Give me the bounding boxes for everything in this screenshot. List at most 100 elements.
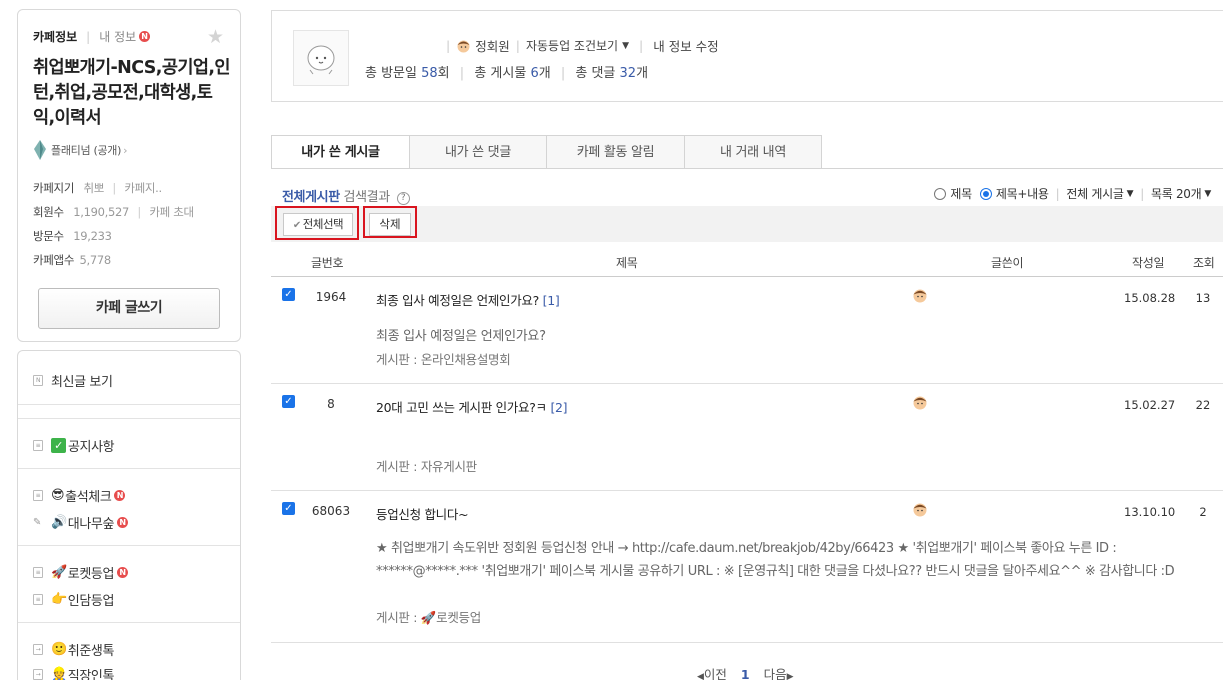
post-board[interactable]: 게시판 : 자유게시판 xyxy=(376,456,477,475)
tab-my-info[interactable]: 내 정보 xyxy=(99,28,136,45)
member-face-icon xyxy=(457,40,470,52)
cafe-menu: N 최신글 보기 ≡ ✓ 공지사항 ≡ 😎 출석체크 N ✎ 🔊 대나무숲 N … xyxy=(17,350,241,680)
board-icon: ≡ xyxy=(33,594,43,605)
post-views: 13 xyxy=(1195,291,1211,305)
post-title[interactable]: 등업신청 합니다~ xyxy=(376,504,469,523)
nickname[interactable]: 정회원 xyxy=(475,36,510,55)
caret-down-icon[interactable]: ▼ xyxy=(1204,189,1211,199)
post-views: 22 xyxy=(1195,398,1211,412)
caret-down-icon[interactable]: ▼ xyxy=(622,41,629,51)
tab-my-comments[interactable]: 내가 쓴 댓글 xyxy=(410,135,547,169)
author-face-icon[interactable] xyxy=(912,288,928,303)
post-date: 15.02.27 xyxy=(1124,398,1176,412)
comment-count[interactable]: 32 xyxy=(620,66,637,81)
tab-cafe-info[interactable]: 카페정보 xyxy=(33,28,77,45)
members-value: 1,190,527 xyxy=(73,205,130,219)
menu-item-life[interactable]: → 🙂 취준생톡 xyxy=(33,640,114,659)
tab-trade-history[interactable]: 내 거래 내역 xyxy=(685,135,822,169)
list-count-dropdown[interactable]: 목록 20개 xyxy=(1151,185,1202,202)
menu-item-bamboo[interactable]: ✎ 🔊 대나무숲 N xyxy=(33,513,129,532)
rocket-icon: 🚀 xyxy=(51,565,67,580)
cafe-name[interactable]: 취업뽀개기-NCS,공기업,인턴,취업,공모전,대학생,토익,이력서 xyxy=(33,56,233,131)
cafe-info-tabs: 카페정보 | 내 정보 N xyxy=(33,28,151,45)
post-board[interactable]: 게시판 : 온라인채용설명회 xyxy=(376,349,511,368)
help-icon[interactable]: ? xyxy=(396,192,410,205)
menu-item-attendance[interactable]: ≡ 😎 출석체크 N xyxy=(33,486,126,505)
default-avatar-icon xyxy=(307,45,335,75)
post-preview[interactable]: ★ 취업뽀개기 속도위반 정회원 등업신청 안내 → http://cafe.d… xyxy=(376,537,1216,583)
chevron-right-icon: › xyxy=(123,143,128,157)
radio-title[interactable] xyxy=(934,187,947,200)
board-icon: → xyxy=(33,644,43,655)
caret-right-icon[interactable]: ▶ xyxy=(787,672,794,680)
auto-level-link[interactable]: 자동등업 조건보기 xyxy=(526,37,618,54)
post-number: 68063 xyxy=(311,504,351,518)
app-value: 5,778 xyxy=(79,253,111,267)
menu-item-greeting[interactable]: ≡ 👉 인담등업 xyxy=(33,590,114,609)
cafe-write-button[interactable]: 카페 글쓰기 xyxy=(38,288,220,329)
menu-item-rocket[interactable]: ≡ 🚀 로켓등업 N xyxy=(33,563,129,582)
manager-value-2[interactable]: 카페지.. xyxy=(124,181,162,195)
board-name[interactable]: 전체게시판 xyxy=(282,190,340,205)
caret-left-icon[interactable]: ◀ xyxy=(697,672,704,680)
profile-top-line: | 정회원 | 자동등업 조건보기 ▼ | 내 정보 수정 xyxy=(446,36,719,55)
next-page[interactable]: 다음 xyxy=(764,667,787,680)
caret-down-icon[interactable]: ▼ xyxy=(1127,189,1134,199)
post-title[interactable]: 최종 입사 예정일은 언제인가요? [1] xyxy=(376,290,560,309)
board-icon: ≡ xyxy=(33,440,43,451)
board-icon: → xyxy=(33,669,43,680)
table-header: 글번호 제목 글쓴이 작성일 조회 xyxy=(271,247,1223,277)
col-num: 글번호 xyxy=(311,256,344,270)
pagination: ◀이전 1 다음▶ xyxy=(697,664,794,680)
post-number: 1964 xyxy=(315,290,347,304)
all-posts-dropdown[interactable]: 전체 게시글 xyxy=(1066,185,1124,202)
board-search-title: 전체게시판 검색결과 ? xyxy=(282,186,410,205)
avatar[interactable] xyxy=(293,30,349,86)
tab-activity-alerts[interactable]: 카페 활동 알림 xyxy=(547,135,685,169)
post-count[interactable]: 6 xyxy=(530,66,538,81)
comment-count[interactable]: [1] xyxy=(543,293,560,308)
manager-label: 카페지기 xyxy=(33,181,75,195)
comment-count[interactable]: [2] xyxy=(550,400,567,415)
profile-summary: | 정회원 | 자동등업 조건보기 ▼ | 내 정보 수정 총 방문일 58회 … xyxy=(271,10,1223,102)
row-checkbox[interactable]: ✓ xyxy=(282,395,295,408)
tab-my-posts[interactable]: 내가 쓴 게시글 xyxy=(271,135,410,169)
pencil-icon: ✎ xyxy=(33,517,41,528)
cafe-info-panel: 카페정보 | 내 정보 N ★ 취업뽀개기-NCS,공기업,인턴,취업,공모전,… xyxy=(17,9,241,342)
post-date: 15.08.28 xyxy=(1124,291,1176,305)
author-face-icon[interactable] xyxy=(912,502,928,517)
new-badge: N xyxy=(117,517,129,528)
post-number: 8 xyxy=(327,397,335,411)
post-title[interactable]: 20대 고민 쓰는 게시판 인가요?ㅋ [2] xyxy=(376,397,568,416)
post-views: 2 xyxy=(1199,505,1207,519)
post-board[interactable]: 게시판 : 🚀로켓등업 xyxy=(376,607,481,626)
prev-page[interactable]: 이전 xyxy=(704,667,727,680)
board-icon: ≡ xyxy=(33,490,43,501)
star-icon[interactable]: ★ xyxy=(207,26,224,48)
author-face-icon[interactable] xyxy=(912,395,928,410)
menu-item-work[interactable]: → 👷 직장인톡 xyxy=(33,665,114,680)
app-label: 카페앱수 xyxy=(33,253,75,267)
board-icon: N xyxy=(33,375,43,386)
edit-info-link[interactable]: 내 정보 수정 xyxy=(653,36,718,55)
cafe-grade[interactable]: 플래티넘 (공개) › xyxy=(33,140,128,160)
grade-label: 플래티넘 (공개) xyxy=(51,144,122,157)
invite-link[interactable]: 카페 초대 xyxy=(149,205,194,219)
profile-stats: 총 방문일 58회 | 총 게시물 6개 | 총 댓글 32개 xyxy=(365,66,649,81)
row-checkbox[interactable]: ✓ xyxy=(282,502,295,515)
visit-count: 58 xyxy=(421,66,438,81)
radio-title-content[interactable] xyxy=(979,187,992,200)
activity-tabs: 내가 쓴 게시글 내가 쓴 댓글 카페 활동 알림 내 거래 내역 xyxy=(271,135,822,169)
menu-item-notice[interactable]: ≡ ✓ 공지사항 xyxy=(33,436,115,455)
row-checkbox[interactable]: ✓ xyxy=(282,288,295,301)
post-preview[interactable]: 최종 입사 예정일은 언제인가요? xyxy=(376,325,546,344)
manager-value[interactable]: 취뽀 xyxy=(83,181,104,195)
new-badge: N xyxy=(139,31,151,42)
pointing-hand-icon: 👉 xyxy=(51,592,67,607)
diamond-icon xyxy=(34,140,46,160)
menu-item-recent[interactable]: N 최신글 보기 xyxy=(33,371,113,390)
board-icon: ≡ xyxy=(33,567,43,578)
speaker-icon: 🔊 xyxy=(51,515,67,530)
visits-value: 19,233 xyxy=(73,229,112,243)
page-1[interactable]: 1 xyxy=(741,667,750,680)
